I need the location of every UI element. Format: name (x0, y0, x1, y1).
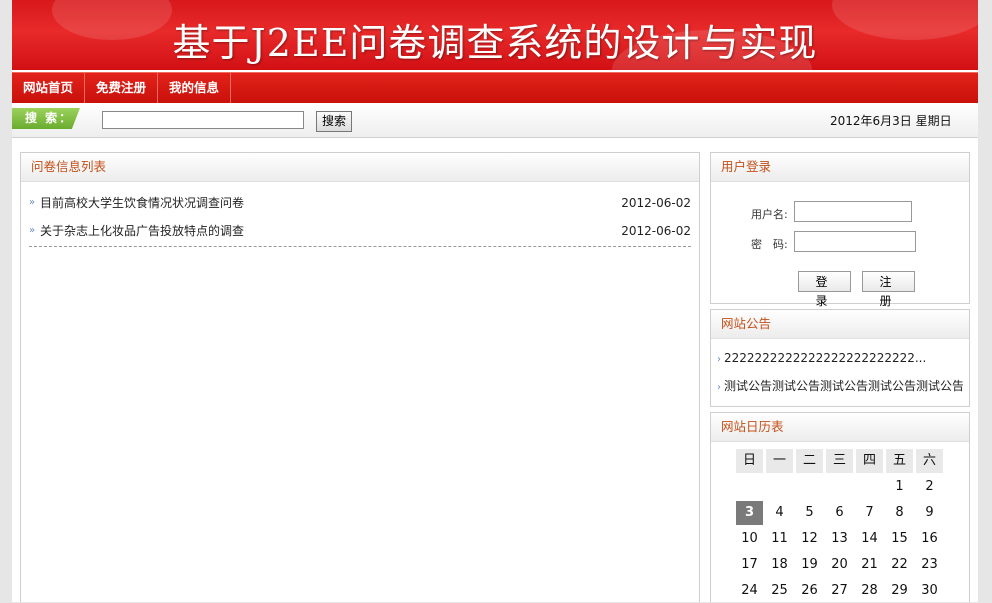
calendar-day[interactable]: 10 (736, 527, 763, 551)
nav-home[interactable]: 网站首页 (12, 73, 86, 103)
calendar-day[interactable]: 16 (916, 527, 943, 551)
survey-date: 2012-06-02 (621, 224, 691, 238)
notice-title: 网站公告 (711, 310, 969, 339)
divider (29, 246, 691, 247)
calendar-day[interactable]: 17 (736, 553, 763, 577)
calendar-weekday: 二 (796, 449, 823, 473)
calendar-day[interactable]: 2 (916, 475, 943, 499)
calendar-day[interactable]: 6 (826, 501, 853, 525)
password-field[interactable] (794, 231, 916, 252)
calendar-day[interactable]: 11 (766, 527, 793, 551)
double-chevron-icon: » (29, 197, 36, 208)
calendar-day[interactable]: 14 (856, 527, 883, 551)
calendar-weekday: 六 (916, 449, 943, 473)
nav-register[interactable]: 免费注册 (85, 73, 159, 103)
chevron-right-icon: › (717, 382, 721, 393)
nav-my-info[interactable]: 我的信息 (158, 73, 232, 103)
list-item: » 关于杂志上化妆品广告投放特点的调查 2012-06-02 (29, 217, 691, 245)
login-button[interactable]: 登 录 (798, 271, 851, 308)
calendar-day[interactable]: 30 (916, 579, 943, 603)
site-title: 基于J2EE问卷调查系统的设计与实现 (172, 21, 818, 65)
calendar-day[interactable]: 21 (856, 553, 883, 577)
survey-list-panel: 问卷信息列表 » 目前高校大学生饮食情况状况调查问卷 2012-06-02 » … (20, 152, 700, 602)
survey-link[interactable]: 关于杂志上化妆品广告投放特点的调查 (40, 217, 244, 245)
register-button[interactable]: 注 册 (862, 271, 915, 308)
chevron-right-icon: › (717, 354, 721, 365)
calendar-day[interactable]: 13 (826, 527, 853, 551)
username-label: 用户名: (751, 208, 788, 221)
calendar-day[interactable]: 25 (766, 579, 793, 603)
calendar-day[interactable]: 22 (886, 553, 913, 577)
calendar-day[interactable]: 18 (766, 553, 793, 577)
survey-link[interactable]: 目前高校大学生饮食情况状况调查问卷 (40, 189, 244, 217)
calendar-day[interactable]: 19 (796, 553, 823, 577)
calendar-weekday: 三 (826, 449, 853, 473)
calendar-title: 网站日历表 (711, 413, 969, 442)
username-field[interactable] (794, 201, 912, 222)
calendar-day[interactable]: 28 (856, 579, 883, 603)
calendar-weekday: 一 (766, 449, 793, 473)
calendar-day[interactable]: 7 (856, 501, 883, 525)
survey-list-title: 问卷信息列表 (21, 153, 699, 182)
calendar-day[interactable]: 12 (796, 527, 823, 551)
search-label: 搜 索： (12, 108, 80, 129)
calendar-day[interactable]: 5 (796, 501, 823, 525)
calendar-day[interactable]: 15 (886, 527, 913, 551)
calendar-day[interactable]: 9 (916, 501, 943, 525)
search-bar: 搜 索： 搜索 2012年6月3日 星期日 (12, 103, 978, 138)
calendar-day[interactable]: 1 (886, 475, 913, 499)
calendar-day[interactable]: 23 (916, 553, 943, 577)
calendar-day[interactable]: 26 (796, 579, 823, 603)
login-title: 用户登录 (711, 153, 969, 182)
calendar-day[interactable]: 24 (736, 579, 763, 603)
calendar-day[interactable]: 20 (826, 553, 853, 577)
notice-item[interactable]: › 2222222222222222222222222... (717, 348, 963, 368)
calendar-today[interactable]: 3 (736, 501, 763, 525)
calendar-panel: 网站日历表 日一二三四五六 1 2 3 4 5 6 7 8 9 10 11 12 13 14 15 16 17 18… (710, 412, 970, 602)
double-chevron-icon: » (29, 225, 36, 236)
notice-item[interactable]: › 测试公告测试公告测试公告测试公告测试公告 (717, 376, 963, 396)
page: 基于J2EE问卷调查系统的设计与实现 网站首页 免费注册 我的信息 搜 索： 搜… (12, 0, 978, 602)
calendar-weekday: 日 (736, 449, 763, 473)
search-button[interactable]: 搜索 (316, 111, 352, 132)
survey-date: 2012-06-02 (621, 196, 691, 210)
notice-text: 测试公告测试公告测试公告测试公告测试公告 (724, 379, 963, 393)
password-label: 密 码: (751, 238, 788, 251)
header-banner: 基于J2EE问卷调查系统的设计与实现 (12, 0, 978, 70)
search-input[interactable] (102, 111, 304, 129)
current-date: 2012年6月3日 星期日 (830, 114, 952, 128)
notice-text: 2222222222222222222222222... (724, 351, 927, 365)
notice-panel: 网站公告 › 2222222222222222222222222... › 测试公告… (710, 309, 970, 407)
calendar-weekday: 四 (856, 449, 883, 473)
login-panel: 用户登录 用户名: 密 码: 登 录 注 册 (710, 152, 970, 308)
list-item: » 目前高校大学生饮食情况状况调查问卷 2012-06-02 (29, 189, 691, 217)
calendar-weekday: 五 (886, 449, 913, 473)
calendar-day[interactable]: 29 (886, 579, 913, 603)
calendar-day[interactable]: 8 (886, 501, 913, 525)
main-nav: 网站首页 免费注册 我的信息 (12, 72, 978, 103)
calendar-day[interactable]: 27 (826, 579, 853, 603)
calendar-day[interactable]: 4 (766, 501, 793, 525)
